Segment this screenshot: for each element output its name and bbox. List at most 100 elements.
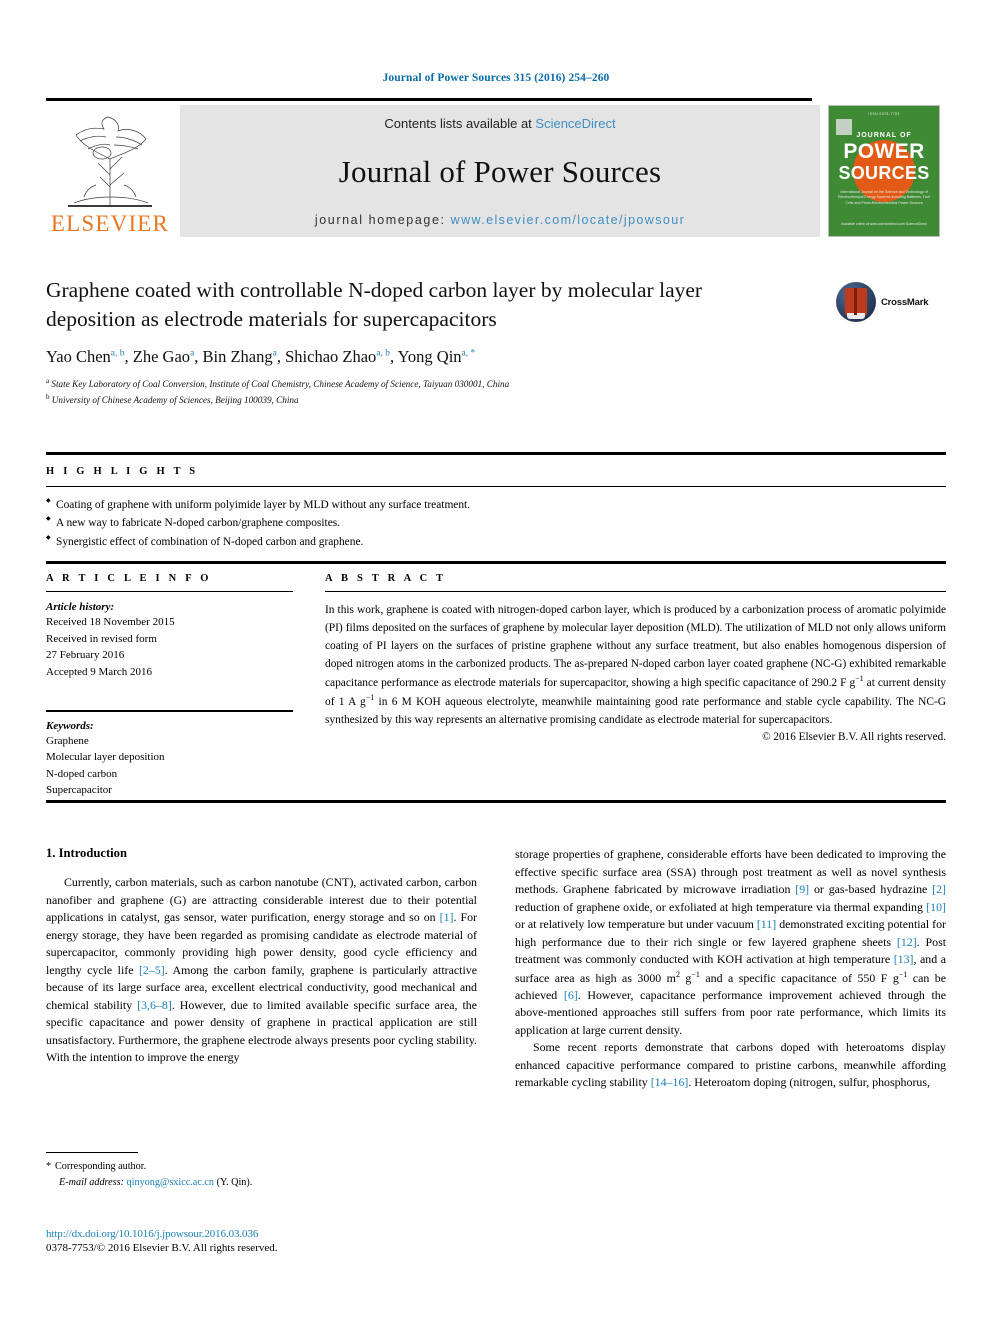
highlights-list: Coating of graphene with uniform polyimi… — [46, 496, 946, 551]
affiliation-mark: b — [46, 392, 50, 401]
masthead-top-rule — [46, 98, 812, 101]
crossmark-book-shape — [845, 288, 867, 319]
masthead-body: ELSEVIER Contents lists available at Sci… — [46, 105, 946, 237]
abstract-part-1: In this work, graphene is coated with ni… — [325, 604, 946, 690]
info-abstract-section: A R T I C L E I N F O Article history: R… — [46, 573, 946, 799]
text-run: . However, capacitance performance impro… — [515, 987, 946, 1037]
list-item: A new way to fabricate N-doped carbon/gr… — [46, 514, 946, 532]
article-history-line: Received in revised form — [46, 632, 157, 645]
intro-paragraph-right-2: Some recent reports demonstrate that car… — [515, 1039, 946, 1092]
citation-ref[interactable]: [1] — [440, 910, 454, 924]
citation-ref[interactable]: [2–5] — [139, 963, 165, 977]
citation-ref[interactable]: [14–16] — [651, 1075, 689, 1089]
keyword-item: Supercapacitor — [46, 784, 112, 797]
text-run: g — [679, 970, 692, 985]
corresponding-author-label: Corresponding author. — [55, 1161, 147, 1173]
imprint-block: http://dx.doi.org/10.1016/j.jpowsour.201… — [46, 1228, 546, 1254]
crossmark-badge[interactable]: CrossMark — [836, 280, 946, 324]
issn-copyright-line: 0378-7753/© 2016 Elsevier B.V. All right… — [46, 1242, 278, 1254]
journal-masthead: ELSEVIER Contents lists available at Sci… — [46, 98, 946, 237]
title-block: Graphene coated with controllable N-dope… — [46, 276, 946, 407]
text-run: Currently, carbon materials, such as car… — [46, 875, 477, 924]
keywords-rule — [46, 710, 293, 712]
article-history-line: Received 18 November 2015 — [46, 616, 175, 629]
cover-line-3: SOURCES — [838, 163, 930, 183]
citation-ref[interactable]: [12] — [897, 935, 917, 949]
crossmark-label: CrossMark — [881, 296, 929, 308]
journal-cover-block: ISSN 0378-7753 JOURNAL OF POWER SOURCES … — [828, 105, 946, 237]
abstract-sup-1: −1 — [855, 674, 864, 684]
citation-ref[interactable]: [11] — [757, 917, 776, 931]
text-run: . Heteroatom doping (nitrogen, sulfur, p… — [688, 1075, 930, 1090]
article-history-line: Accepted 9 March 2016 — [46, 665, 152, 678]
abstract-column: A B S T R A C T In this work, graphene i… — [325, 573, 946, 799]
cover-subtitle: International Journal on the Science and… — [838, 190, 930, 205]
text-run: reduction of graphene oxide, or exfoliat… — [515, 899, 927, 914]
elsevier-tree-icon — [54, 115, 166, 211]
masthead-banner: Contents lists available at ScienceDirec… — [180, 105, 820, 237]
citation-ref[interactable]: [10] — [926, 900, 946, 914]
email-label: E-mail address: — [59, 1177, 124, 1188]
article-info-heading: A R T I C L E I N F O — [46, 573, 212, 584]
citation-ref[interactable]: [9] — [795, 882, 809, 896]
cover-line-2: POWER — [843, 140, 925, 163]
footnote-rule — [46, 1152, 138, 1154]
text-run: or gas-based hydrazine — [809, 882, 933, 896]
text-run: and a specific capacitance of 550 F g — [699, 970, 899, 985]
author-name: Yong Qin — [397, 347, 462, 367]
sciencedirect-link[interactable]: ScienceDirect — [535, 116, 615, 131]
text-run: or at relatively low temperature but und… — [515, 917, 757, 931]
doi-link[interactable]: http://dx.doi.org/10.1016/j.jpowsour.201… — [46, 1228, 546, 1240]
author-name: Yao Chen — [46, 347, 111, 367]
abstract-part-3: in 6 M KOH aqueous electrolyte, meanwhil… — [325, 696, 947, 727]
corresponding-author-line: * Corresponding author. — [46, 1159, 477, 1175]
author-list: Yao Chena, b, Zhe Gaoa, Bin Zhanga, Shic… — [46, 347, 476, 367]
article-page: Journal of Power Sources 315 (2016) 254–… — [0, 0, 992, 1323]
highlights-bottom-rule — [46, 561, 946, 564]
citation-ref[interactable]: [13] — [894, 952, 914, 966]
article-info-column: A R T I C L E I N F O Article history: R… — [46, 573, 293, 799]
keyword-item: N-doped carbon — [46, 767, 118, 780]
abstract-sup-2: −1 — [365, 693, 375, 703]
email-link[interactable]: qinyong@sxicc.ac.cn — [127, 1177, 214, 1188]
elsevier-logo: ELSEVIER — [46, 105, 174, 237]
affiliation-mark: a — [46, 377, 50, 386]
citation-ref[interactable]: [6] — [564, 988, 578, 1002]
body-right-column: storage properties of graphene, consider… — [515, 846, 946, 1092]
author-affil-marks: a — [272, 348, 277, 359]
highlights-divider — [46, 485, 946, 487]
list-item: Coating of graphene with uniform polyimi… — [46, 496, 946, 514]
affiliation-item: b University of Chinese Academy of Scien… — [46, 392, 946, 407]
section-heading-introduction: 1. Introduction — [46, 846, 127, 860]
author-name: Shichao Zhao — [285, 347, 377, 367]
info-abstract-bottom-rule — [46, 800, 946, 803]
journal-title: Journal of Power Sources — [338, 154, 662, 189]
keyword-item: Molecular layer deposition — [46, 751, 165, 764]
cover-footer: Available online at www.sciencedirect.co… — [841, 221, 927, 226]
author-affil-marks: a, * — [461, 348, 476, 359]
intro-paragraph-left: Currently, carbon materials, such as car… — [46, 874, 477, 1067]
homepage-prefix: journal homepage: — [314, 213, 451, 227]
highlights-heading: H I G H L I G H T S — [46, 465, 199, 477]
running-head: Journal of Power Sources 315 (2016) 254–… — [382, 72, 610, 84]
email-line: E-mail address: qinyong@sxicc.ac.cn (Y. … — [46, 1175, 477, 1191]
author-affil-marks: a — [190, 348, 195, 359]
list-item: Synergistic effect of combination of N-d… — [46, 533, 946, 551]
page-title: Graphene coated with controllable N-dope… — [46, 278, 703, 331]
citation-ref[interactable]: [3,6–8] — [137, 998, 172, 1012]
cover-line-1: JOURNAL OF — [856, 132, 912, 139]
asterisk-icon: * — [46, 1161, 52, 1173]
highlights-section: H I G H L I G H T S Coating of graphene … — [46, 452, 946, 564]
body-left-column: 1. Introduction Currently, carbon materi… — [46, 846, 477, 1092]
affiliation-text: State Key Laboratory of Coal Conversion,… — [51, 379, 510, 390]
journal-homepage-link[interactable]: www.elsevier.com/locate/jpowsour — [451, 213, 685, 227]
elsevier-wordmark: ELSEVIER — [50, 211, 170, 236]
abstract-heading: A B S T R A C T — [325, 573, 447, 584]
journal-homepage-line: journal homepage: www.elsevier.com/locat… — [315, 213, 685, 227]
keywords-label: Keywords: — [46, 719, 94, 732]
author-affil-marks: a, b — [110, 348, 125, 359]
email-suffix: (Y. Qin). — [216, 1177, 253, 1188]
citation-ref[interactable]: [2] — [932, 882, 946, 896]
unit-superscript: −1 — [691, 969, 700, 979]
contents-prefix: Contents lists available at — [384, 116, 536, 131]
